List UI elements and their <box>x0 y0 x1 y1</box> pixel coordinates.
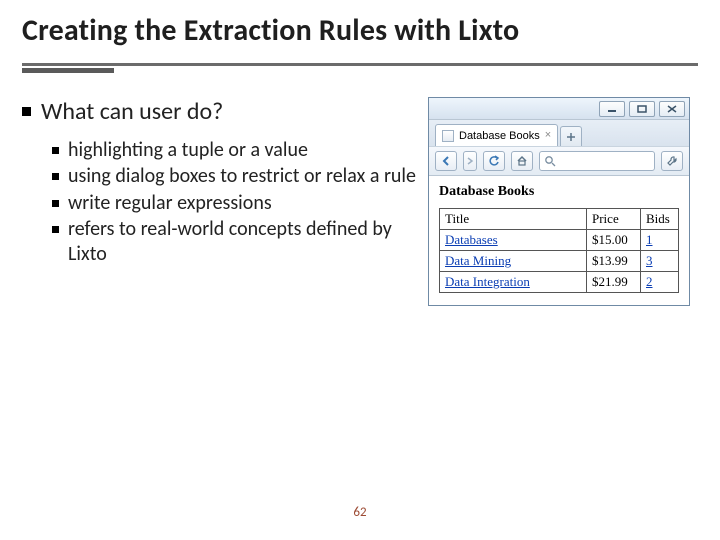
tab-label: Database Books <box>459 130 540 142</box>
search-icon <box>544 155 556 167</box>
divider-thick-accent <box>22 68 114 73</box>
browser-toolbar <box>429 146 689 176</box>
close-icon <box>667 105 677 113</box>
minimize-button[interactable] <box>599 101 625 117</box>
page-icon <box>442 130 454 142</box>
bullet-level2: refers to real-world concepts defined by… <box>52 217 420 266</box>
table-row: Databases $15.00 1 <box>440 230 679 251</box>
slide-title: Creating the Extraction Rules with Lixto <box>22 12 698 49</box>
home-icon <box>516 155 528 167</box>
tab-close-icon[interactable]: × <box>545 130 551 141</box>
tools-button[interactable] <box>661 151 683 171</box>
col-bids: Bids <box>641 209 679 230</box>
browser-page: Database Books Title Price Bids Database… <box>429 176 689 305</box>
bullet-level2-text: highlighting a tuple or a value <box>68 138 308 162</box>
data-table: Title Price Bids Databases $15.00 1 Data… <box>439 208 679 293</box>
arrow-left-icon <box>441 156 451 166</box>
bids-link[interactable]: 3 <box>646 253 653 268</box>
maximize-button[interactable] <box>629 101 655 117</box>
window-titlebar <box>429 98 689 120</box>
bullet-level2-text: refers to real-world concepts defined by… <box>68 217 420 266</box>
price-cell: $13.99 <box>587 251 641 272</box>
home-button[interactable] <box>511 151 533 171</box>
bullet-square-icon <box>52 200 59 207</box>
bullet-level2: highlighting a tuple or a value <box>52 138 420 162</box>
bids-link[interactable]: 2 <box>646 274 653 289</box>
bullet-level2: write regular expressions <box>52 191 420 215</box>
bullet-square-icon <box>22 107 31 116</box>
maximize-icon <box>637 105 647 113</box>
bids-link[interactable]: 1 <box>646 232 653 247</box>
bullet-level2: using dialog boxes to restrict or relax … <box>52 164 420 188</box>
minimize-icon <box>607 105 617 113</box>
col-title: Title <box>440 209 587 230</box>
reload-button[interactable] <box>483 151 505 171</box>
table-row: Data Integration $21.99 2 <box>440 272 679 293</box>
bullet-level1-text: What can user do? <box>41 97 223 126</box>
new-tab-button[interactable] <box>560 126 582 146</box>
plus-icon <box>566 132 576 142</box>
browser-window: Database Books × <box>428 97 690 306</box>
bullet-level2-text: using dialog boxes to restrict or relax … <box>68 164 416 188</box>
table-header-row: Title Price Bids <box>440 209 679 230</box>
table-row: Data Mining $13.99 3 <box>440 251 679 272</box>
bullet-level2-text: write regular expressions <box>68 191 272 215</box>
bullet-level1: What can user do? <box>22 97 420 126</box>
title-link[interactable]: Data Integration <box>445 274 530 289</box>
bullet-square-icon <box>52 147 59 154</box>
bullet-square-icon <box>52 173 59 180</box>
browser-tab[interactable]: Database Books × <box>435 124 558 146</box>
title-link[interactable]: Databases <box>445 232 498 247</box>
address-bar[interactable] <box>539 151 655 171</box>
price-cell: $21.99 <box>587 272 641 293</box>
reload-icon <box>488 155 500 167</box>
col-price: Price <box>587 209 641 230</box>
wrench-icon <box>666 155 678 167</box>
price-cell: $15.00 <box>587 230 641 251</box>
slide-number: 62 <box>0 505 720 520</box>
forward-button[interactable] <box>463 151 477 171</box>
arrow-right-icon <box>466 156 474 166</box>
back-button[interactable] <box>435 151 457 171</box>
tab-strip: Database Books × <box>429 120 689 146</box>
divider-thin <box>22 63 698 66</box>
bullet-square-icon <box>52 226 59 233</box>
page-heading: Database Books <box>439 184 679 200</box>
title-link[interactable]: Data Mining <box>445 253 511 268</box>
close-button[interactable] <box>659 101 685 117</box>
